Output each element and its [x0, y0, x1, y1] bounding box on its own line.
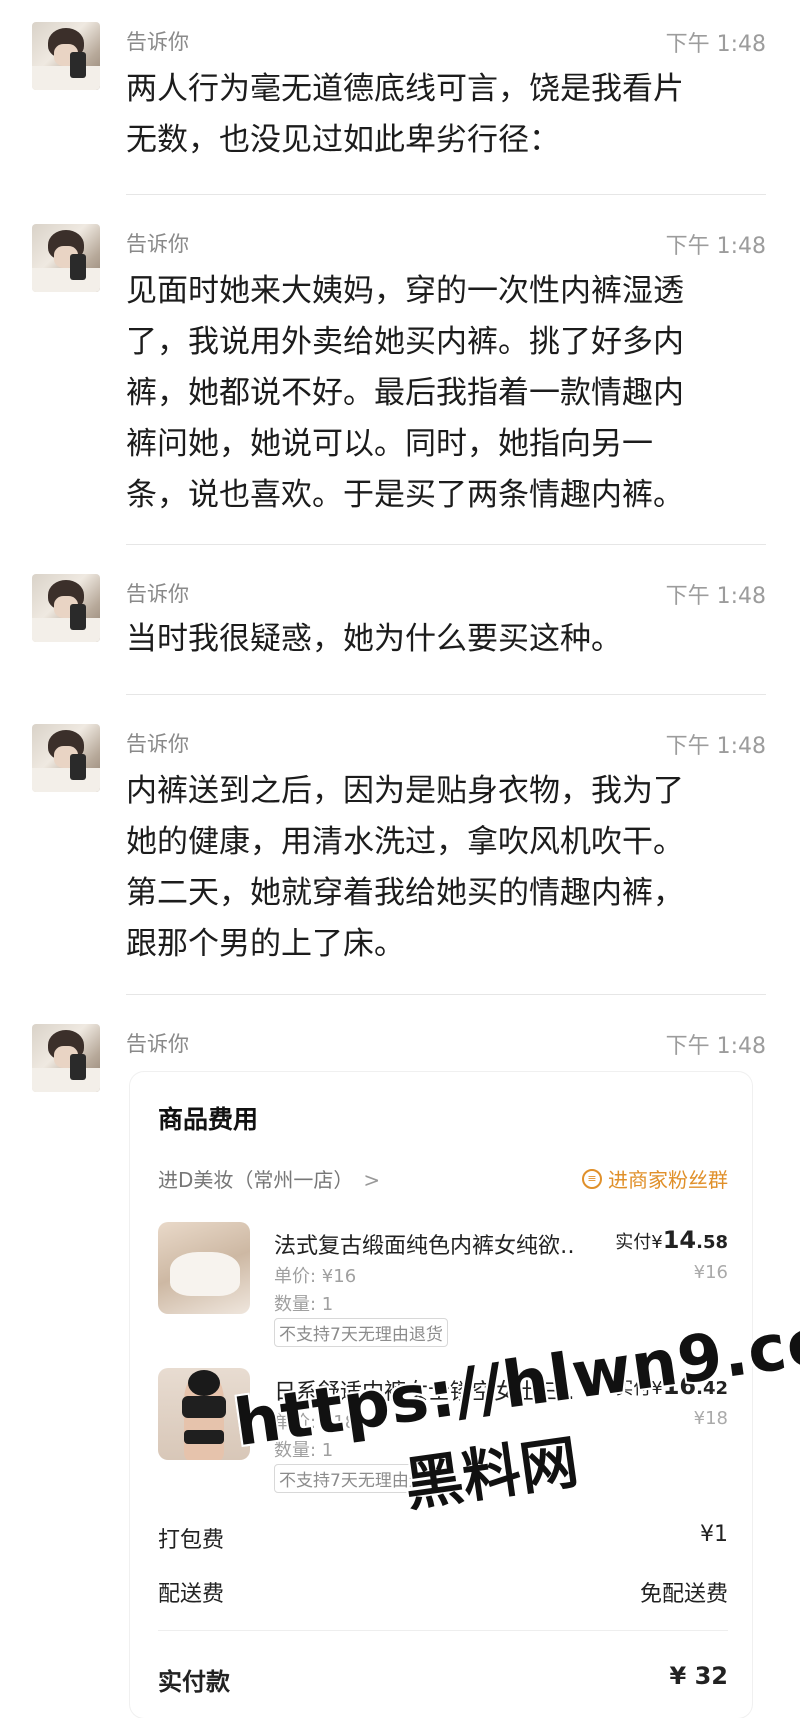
return-policy-tag: 不支持7天无理由退货: [274, 1318, 448, 1347]
avatar[interactable]: [32, 224, 100, 292]
product-name: 法式复古缎面纯色内裤女纯欲…: [274, 1234, 574, 1259]
group-icon: ≡: [582, 1168, 602, 1189]
unit-price: 单价: ¥18: [274, 1412, 357, 1433]
message-text[interactable]: 内裤送到之后，因为是贴身衣物，我为了 她的健康，用清水洗过，拿吹风机吹干。 第二…: [126, 766, 756, 970]
packing-fee-row: 打包费 ¥1: [158, 1522, 728, 1554]
message-time: 下午 1:48: [665, 1034, 766, 1059]
sender-name: 告诉你: [126, 582, 189, 606]
sender-name: 告诉你: [126, 232, 189, 256]
packing-fee-label: 打包费: [158, 1528, 225, 1553]
message-time: 下午 1:48: [665, 234, 766, 259]
avatar[interactable]: [32, 22, 100, 90]
message-divider: [126, 994, 766, 995]
product-thumbnail[interactable]: [158, 1368, 250, 1460]
fans-group-button[interactable]: ≡ 进商家粉丝群: [582, 1164, 728, 1193]
order-title: 商品费用: [158, 1105, 259, 1134]
avatar[interactable]: [32, 724, 100, 792]
product-thumbnail[interactable]: [158, 1222, 250, 1314]
card-divider: [158, 1630, 728, 1631]
original-price: ¥16: [693, 1262, 728, 1283]
quantity: 数量: 1: [274, 1440, 334, 1461]
chevron-right-icon: >: [363, 1168, 381, 1192]
avatar[interactable]: [32, 574, 100, 642]
shop-link[interactable]: 进D美妆（常州一店） >: [158, 1164, 380, 1193]
delivery-fee-row: 配送费 免配送费: [158, 1576, 728, 1608]
message-time: 下午 1:48: [665, 32, 766, 57]
quantity: 数量: 1: [274, 1294, 334, 1315]
return-policy-tag: 不支持7天无理由退货: [274, 1464, 448, 1493]
sender-name: 告诉你: [126, 732, 189, 756]
paid-price: 实付¥14.58: [615, 1226, 728, 1254]
unit-price: 单价: ¥16: [274, 1266, 357, 1287]
total-label: 实付款: [158, 1668, 230, 1696]
avatar[interactable]: [32, 1024, 100, 1092]
message-text[interactable]: 两人行为毫无道德底线可言，饶是我看片 无数，也没见过如此卑劣行径：: [126, 64, 756, 166]
order-item[interactable]: 日系舒适内裤女士镂空女士三… 单价: ¥18 数量: 1 不支持7天无理由退货 …: [158, 1368, 728, 1508]
order-card[interactable]: 商品费用 进D美妆（常州一店） > ≡ 进商家粉丝群 法式复古缎面纯色内裤女纯欲… …: [130, 1072, 752, 1718]
message-time: 下午 1:48: [665, 584, 766, 609]
packing-fee-value: ¥1: [700, 1522, 728, 1547]
shop-name: 进D美妆（常州一店）: [158, 1168, 354, 1192]
delivery-fee-value: 免配送费: [639, 1582, 728, 1607]
message-divider: [126, 694, 766, 695]
product-name: 日系舒适内裤女士镂空女士三…: [274, 1380, 574, 1405]
delivery-fee-label: 配送费: [158, 1582, 225, 1607]
message-time: 下午 1:48: [665, 734, 766, 759]
fans-group-label: 进商家粉丝群: [608, 1168, 728, 1192]
original-price: ¥18: [693, 1408, 728, 1429]
order-item[interactable]: 法式复古缎面纯色内裤女纯欲… 单价: ¥16 数量: 1 不支持7天无理由退货 …: [158, 1222, 728, 1362]
message-text[interactable]: 见面时她来大姨妈，穿的一次性内裤湿透 了，我说用外卖给她买内裤。挑了好多内 裤，…: [126, 266, 756, 521]
message-divider: [126, 194, 766, 195]
total-value: ¥ 32: [669, 1662, 728, 1690]
message-divider: [126, 544, 766, 545]
sender-name: 告诉你: [126, 30, 189, 54]
total-row: 实付款 ¥ 32: [158, 1662, 728, 1697]
message-text[interactable]: 当时我很疑惑，她为什么要买这种。: [126, 614, 756, 665]
paid-price: 实付¥16.42: [615, 1372, 728, 1400]
sender-name: 告诉你: [126, 1032, 189, 1056]
